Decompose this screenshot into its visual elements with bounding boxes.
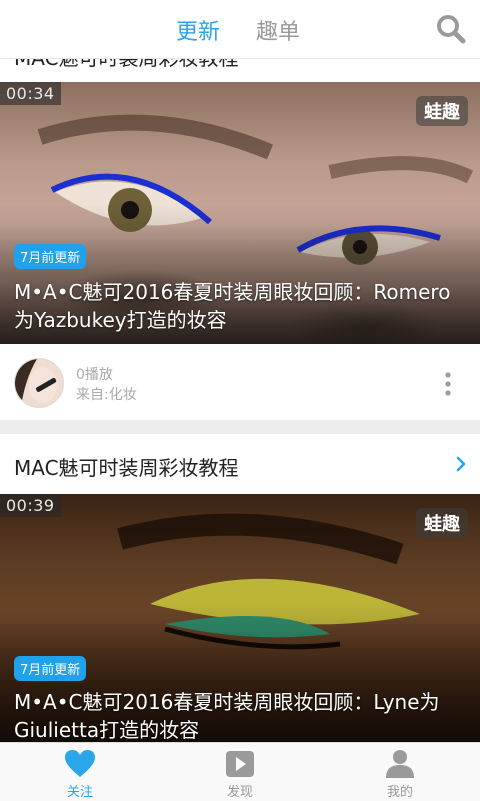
play-count: 0播放 — [76, 367, 113, 383]
nav-label: 关注 — [66, 785, 93, 800]
nav-mine[interactable]: 我的 — [320, 743, 480, 801]
play-icon — [226, 751, 254, 777]
tab-updates[interactable]: 更新 — [176, 14, 220, 46]
video-title[interactable]: M•A•C魅可2016春夏时装周眼妆回顾：Romero为Yazbukey打造的妆… — [14, 278, 466, 334]
search-icon[interactable] — [436, 14, 466, 44]
update-badge: 7月前更新 — [14, 656, 87, 681]
top-bar: 更新 趣单 — [0, 0, 480, 59]
chevron-right-icon[interactable] — [456, 456, 466, 472]
nav-label: 我的 — [386, 785, 413, 800]
nav-follow[interactable]: 关注 — [0, 743, 160, 801]
video-duration: 00:39 — [0, 494, 61, 517]
source-label: 来自:化妆 — [76, 387, 137, 403]
avatar[interactable] — [14, 358, 64, 408]
avatar-image — [15, 359, 63, 407]
watermark-logo: 蛙趣 — [416, 96, 468, 126]
video-title[interactable]: M•A•C魅可2016春夏时装周眼妆回顾：Lyne为Giulietta打造的妆容 — [14, 688, 466, 742]
section-header[interactable]: MAC魅可时装周彩妆教程 — [0, 434, 480, 494]
video-meta-row: 0播放 来自:化妆 — [0, 344, 480, 420]
video-duration: 00:34 — [0, 82, 61, 105]
bottom-navigation: 关注 发现 我的 — [0, 742, 480, 801]
video-card-1[interactable]: 00:34 蛙趣 7月前更新 M•A•C魅可2016春夏时装周眼妆回顾：Rome… — [0, 82, 480, 344]
more-options-icon[interactable] — [444, 372, 452, 396]
watermark-logo: 蛙趣 — [416, 508, 468, 538]
tab-fun-list[interactable]: 趣单 — [256, 14, 300, 46]
person-icon — [386, 750, 414, 778]
feed: MAC魅可时装周彩妆教程 00:34 蛙趣 7月前更新 M•A•C魅可2016春… — [0, 0, 480, 742]
heart-icon — [65, 750, 95, 777]
nav-discover[interactable]: 发现 — [160, 743, 320, 801]
section-title: MAC魅可时装周彩妆教程 — [14, 456, 239, 480]
nav-label: 发现 — [226, 785, 253, 800]
update-badge: 7月前更新 — [14, 244, 87, 269]
video-card-2[interactable]: 00:39 蛙趣 7月前更新 M•A•C魅可2016春夏时装周眼妆回顾：Lyne… — [0, 494, 480, 742]
